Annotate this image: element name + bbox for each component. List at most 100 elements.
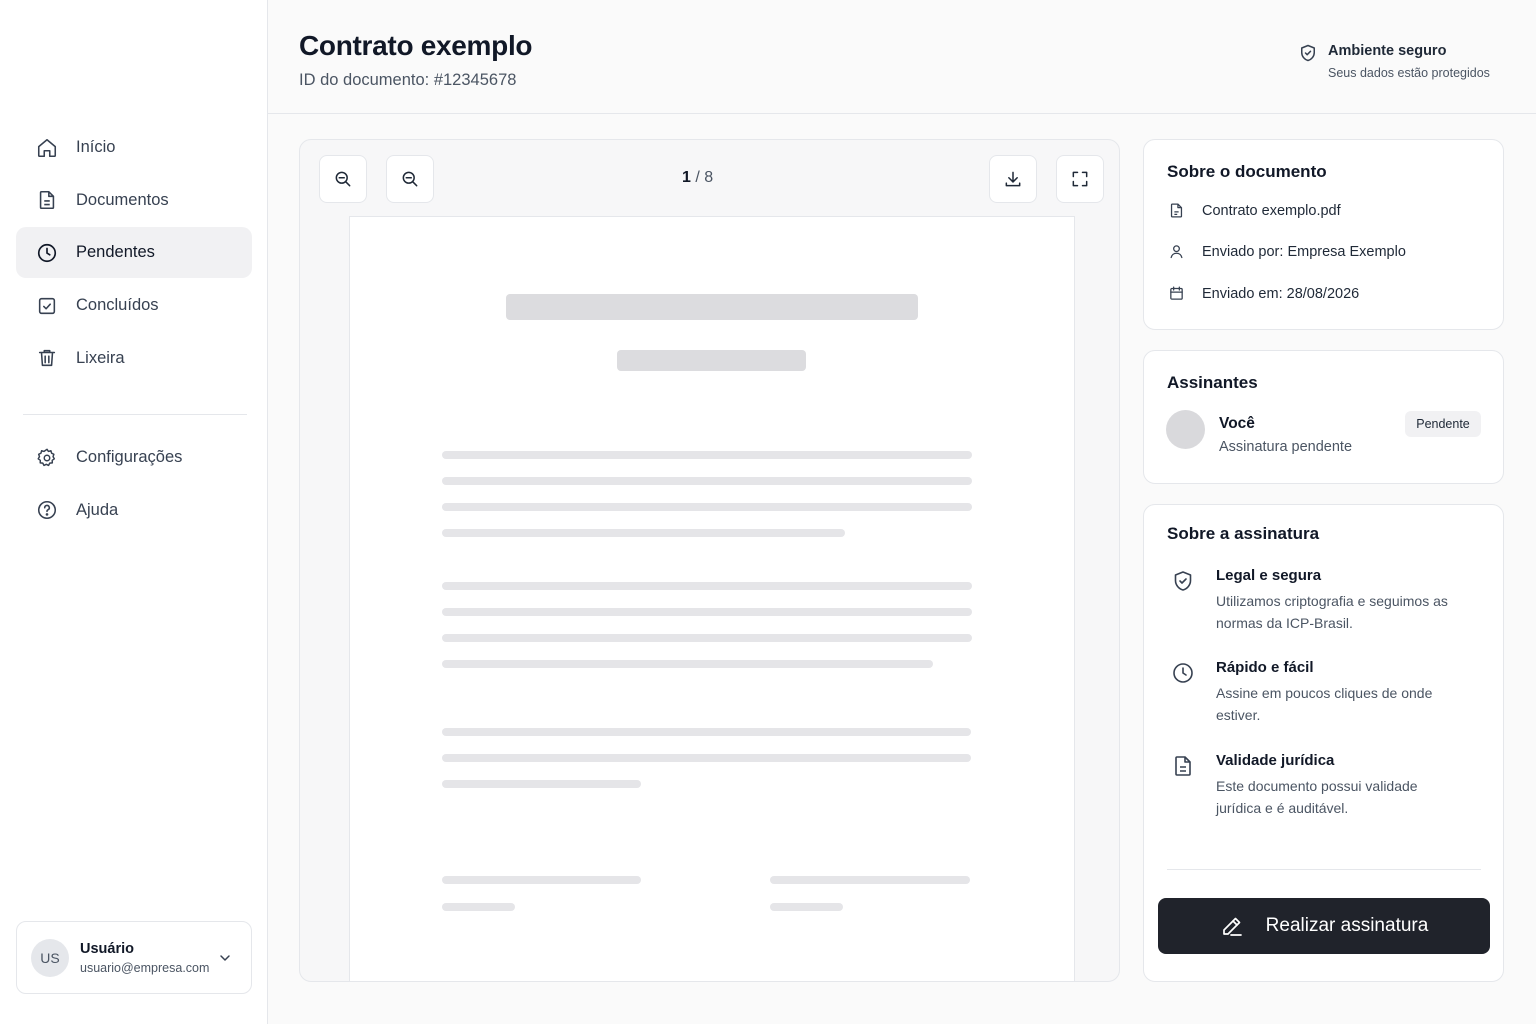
gear-icon bbox=[36, 447, 58, 469]
fullscreen-icon bbox=[1070, 169, 1090, 189]
zoom-out-icon bbox=[333, 169, 353, 189]
secure-environment-notice: Ambiente seguro Seus dados estão protegi… bbox=[1298, 43, 1490, 80]
document-viewer: 1 / 8 bbox=[299, 139, 1120, 982]
sidebar-item-label: Configurações bbox=[76, 448, 183, 466]
current-page: 1 bbox=[682, 169, 691, 186]
placeholder-signature-line bbox=[442, 876, 641, 884]
sidebar-item-label: Ajuda bbox=[76, 500, 119, 519]
user-email: usuario@empresa.com bbox=[80, 960, 210, 975]
clock-icon bbox=[36, 242, 58, 264]
sidebar-item-label: Início bbox=[76, 138, 116, 156]
signers-card: Assinantes Você Assinatura pendente Pend… bbox=[1143, 350, 1504, 484]
zoom-out-button[interactable] bbox=[319, 155, 367, 203]
signer-status: Assinatura pendente bbox=[1219, 439, 1353, 455]
placeholder-line bbox=[442, 754, 971, 762]
placeholder-line bbox=[442, 780, 641, 788]
placeholder-line bbox=[442, 582, 972, 590]
user-info: Usuário usuario@empresa.com bbox=[80, 941, 215, 975]
feature-title: Legal e segura bbox=[1216, 567, 1322, 584]
sidebar-divider bbox=[23, 414, 247, 415]
feature-text: Assine em poucos cliques de onde estiver… bbox=[1216, 685, 1433, 723]
shield-check-icon bbox=[1168, 567, 1198, 634]
avatar bbox=[1166, 410, 1205, 449]
pen-icon bbox=[1220, 914, 1244, 938]
placeholder-line bbox=[442, 529, 845, 537]
avatar: US bbox=[31, 938, 69, 977]
sidebar-item-label: Documentos bbox=[76, 190, 169, 209]
document-icon bbox=[1168, 752, 1198, 819]
help-icon bbox=[36, 499, 58, 521]
placeholder-line bbox=[442, 660, 933, 668]
shield-check-icon bbox=[1298, 43, 1320, 80]
zoom-in-button[interactable] bbox=[386, 155, 434, 203]
placeholder-signature-label bbox=[770, 903, 843, 911]
sent-at-row: Enviado em: 28/08/2026 bbox=[1167, 285, 1359, 302]
user-name: Usuário bbox=[80, 940, 134, 957]
fullscreen-button[interactable] bbox=[1056, 155, 1104, 203]
check-square-icon bbox=[36, 295, 58, 317]
sent-by-row: Enviado por: Empresa Exemplo bbox=[1167, 243, 1406, 260]
user-icon bbox=[1167, 243, 1185, 260]
page-header: Contrato exemplo ID do documento: #12345… bbox=[268, 0, 1536, 114]
card-title: Assinantes bbox=[1167, 373, 1258, 392]
sidebar-item-concluidos[interactable]: Concluídos bbox=[16, 280, 252, 331]
document-icon bbox=[36, 189, 58, 211]
home-icon bbox=[36, 137, 58, 159]
user-menu[interactable]: US Usuário usuario@empresa.com bbox=[16, 921, 252, 994]
status-badge: Pendente bbox=[1405, 411, 1481, 437]
sign-button[interactable]: Realizar assinatura bbox=[1158, 898, 1490, 954]
about-signature-card: Sobre a assinatura Legal e segura Utiliz… bbox=[1143, 504, 1504, 982]
feature-fast: Rápido e fácil Assine em poucos cliques … bbox=[1168, 659, 1488, 726]
sidebar-item-label: Pendentes bbox=[76, 243, 155, 262]
feature-validity: Validade jurídica Este documento possui … bbox=[1168, 752, 1488, 819]
page-title: Contrato exemplo bbox=[299, 30, 533, 61]
sidebar-item-ajuda[interactable]: Ajuda bbox=[16, 485, 252, 536]
chevron-down-icon bbox=[215, 950, 235, 966]
card-title: Sobre a assinatura bbox=[1167, 524, 1320, 543]
sidebar-item-pendentes[interactable]: Pendentes bbox=[16, 227, 252, 279]
feature-text: Este documento possui validade jurídica … bbox=[1216, 778, 1418, 816]
placeholder-signature-label bbox=[442, 903, 515, 911]
sent-by: Enviado por: Empresa Exemplo bbox=[1202, 243, 1406, 260]
file-icon bbox=[1167, 202, 1185, 219]
calendar-icon bbox=[1167, 285, 1185, 302]
placeholder-signature-line bbox=[770, 876, 970, 884]
file-name-row: Contrato exemplo.pdf bbox=[1167, 202, 1341, 219]
sidebar-nav-secondary: Configurações Ajuda bbox=[16, 432, 252, 537]
placeholder-line bbox=[442, 608, 972, 616]
page-separator: / bbox=[690, 169, 705, 186]
placeholder-line bbox=[442, 477, 972, 485]
sidebar-item-lixeira[interactable]: Lixeira bbox=[16, 333, 252, 384]
feature-legal: Legal e segura Utilizamos criptografia e… bbox=[1168, 567, 1488, 634]
sidebar-item-label: Lixeira bbox=[76, 348, 125, 367]
sidebar: Início Documentos Pendentes Concluídos L… bbox=[0, 0, 268, 1024]
download-button[interactable] bbox=[989, 155, 1037, 203]
signer-name: Você bbox=[1219, 415, 1255, 432]
card-title: Sobre o documento bbox=[1167, 162, 1327, 181]
placeholder-title bbox=[506, 294, 918, 320]
page-indicator: 1 / 8 bbox=[682, 169, 713, 187]
total-pages: 8 bbox=[704, 169, 714, 186]
file-name: Contrato exemplo.pdf bbox=[1202, 202, 1341, 219]
sidebar-item-inicio[interactable]: Início bbox=[16, 122, 252, 173]
download-icon bbox=[1003, 169, 1023, 189]
sidebar-item-configuracoes[interactable]: Configurações bbox=[16, 432, 252, 483]
placeholder-line bbox=[442, 451, 972, 459]
secure-title: Ambiente seguro bbox=[1328, 43, 1447, 59]
sign-button-label: Realizar assinatura bbox=[1265, 915, 1429, 936]
clock-icon bbox=[1168, 659, 1198, 726]
feature-title: Rápido e fácil bbox=[1216, 659, 1314, 676]
zoom-icon bbox=[400, 169, 420, 189]
feature-text: Utilizamos criptografia e seguimos as no… bbox=[1216, 593, 1448, 631]
sidebar-item-documentos[interactable]: Documentos bbox=[16, 175, 252, 226]
placeholder-line bbox=[442, 634, 972, 642]
trash-icon bbox=[36, 347, 58, 369]
placeholder-line bbox=[442, 728, 971, 736]
document-id: ID do documento: #12345678 bbox=[299, 71, 517, 89]
placeholder-line bbox=[442, 503, 972, 511]
sidebar-item-label: Concluídos bbox=[76, 296, 159, 315]
feature-title: Validade jurídica bbox=[1216, 752, 1335, 769]
placeholder-subtitle bbox=[617, 350, 806, 371]
divider bbox=[1167, 869, 1481, 870]
document-page bbox=[349, 216, 1075, 981]
